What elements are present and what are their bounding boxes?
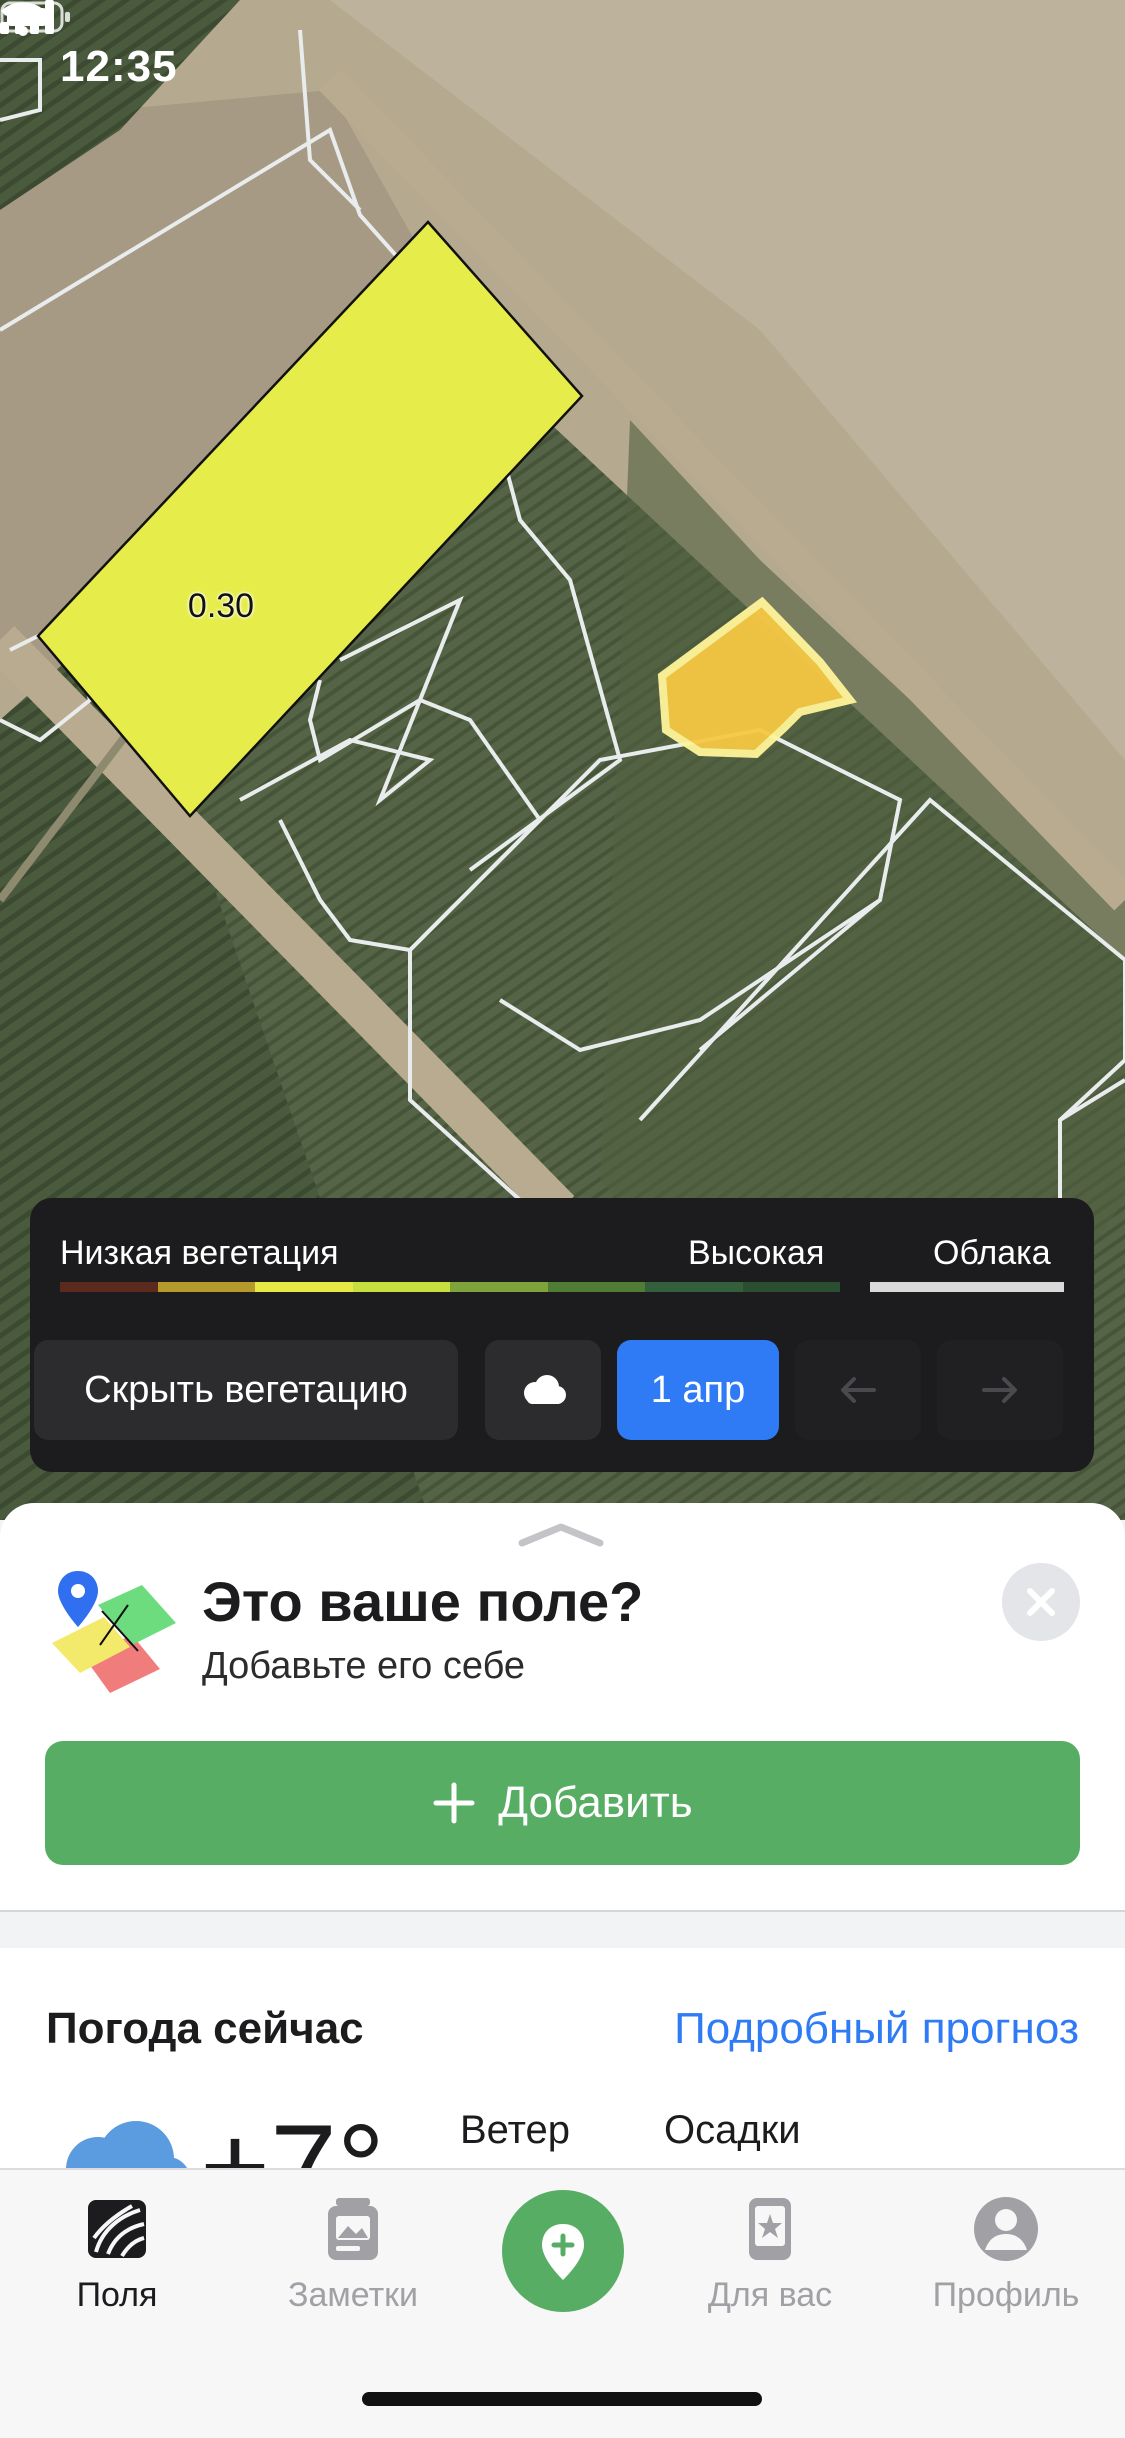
tab-profile-label: Профиль — [932, 2276, 1080, 2314]
close-button[interactable] — [1002, 1563, 1080, 1641]
legend-low-label: Низкая вегетация — [60, 1234, 339, 1272]
tab-profile[interactable]: Профиль — [906, 2194, 1106, 2314]
vegetation-gradient — [60, 1282, 840, 1292]
gradient-segment — [255, 1282, 353, 1292]
for-you-icon — [749, 2198, 791, 2260]
profile-icon — [974, 2197, 1038, 2261]
add-field-button-label: Добавить — [498, 1778, 693, 1827]
tab-for-you-label: Для вас — [707, 2276, 833, 2314]
tab-fields-label: Поля — [76, 2276, 158, 2314]
arrow-right-icon — [982, 1377, 1017, 1403]
section-divider — [0, 1910, 1125, 1912]
field-map-icon — [52, 1571, 176, 1693]
close-icon — [1027, 1588, 1055, 1616]
fields-icon — [88, 2200, 146, 2258]
gradient-segment — [60, 1282, 158, 1292]
battery-icon — [0, 1, 70, 33]
date-button[interactable]: 1 апр — [617, 1340, 779, 1440]
arrow-left-icon — [841, 1377, 876, 1403]
cloud-weather-icon — [66, 2121, 188, 2168]
gradient-segment — [450, 1282, 548, 1292]
cloud-toggle-button[interactable] — [485, 1340, 601, 1440]
add-field-button[interactable]: Добавить — [45, 1741, 1080, 1865]
notes-icon — [328, 2198, 378, 2260]
legend-high-label: Высокая — [688, 1234, 825, 1272]
field-ndvi-label: 0.30 — [187, 587, 255, 625]
hide-vegetation-button[interactable]: Скрыть вегетацию — [34, 1340, 458, 1440]
gradient-segment — [352, 1282, 450, 1292]
temperature-value: +7° — [200, 2100, 385, 2168]
sheet-title: Это ваше поле? — [202, 1570, 644, 1633]
weather-title: Погода сейчас — [46, 2004, 364, 2053]
legend-clouds-label: Облака — [933, 1234, 1051, 1272]
gradient-segment — [742, 1282, 840, 1292]
tab-bar: Поля Заметки Для вас Профиль — [0, 2168, 1125, 2438]
vegetation-panel: Низкая вегетация Высокая Облака Скрыть в… — [30, 1198, 1094, 1472]
gradient-segment — [157, 1282, 255, 1292]
status-bar: 12:35 — [0, 0, 1125, 140]
precipitation-label: Осадки — [664, 2108, 801, 2152]
plus-icon — [433, 1782, 475, 1824]
sheet-expand-handle[interactable] — [516, 1519, 606, 1549]
home-indicator — [362, 2392, 762, 2406]
cloud-icon — [524, 1375, 566, 1404]
add-field-sheet: Это ваше поле? Добавьте его себе Добавит… — [0, 1503, 1125, 1911]
tab-for-you[interactable]: Для вас — [670, 2194, 870, 2314]
gradient-segment — [547, 1282, 645, 1292]
clouds-swatch — [870, 1282, 1064, 1292]
tab-notes-label: Заметки — [287, 2276, 419, 2314]
previous-date-button[interactable] — [795, 1340, 921, 1440]
gradient-segment — [645, 1282, 743, 1292]
status-time: 12:35 — [60, 42, 178, 91]
add-note-fab[interactable] — [502, 2190, 624, 2312]
detailed-forecast-link[interactable]: Подробный прогноз — [674, 2004, 1079, 2054]
weather-card: Погода сейчас Подробный прогноз +7° Вете… — [0, 1948, 1125, 2168]
sheet-subtitle: Добавьте его себе — [202, 1645, 526, 1687]
next-date-button[interactable] — [937, 1340, 1063, 1440]
map-pin-plus-icon — [542, 2224, 584, 2280]
tab-notes[interactable]: Заметки — [253, 2194, 453, 2314]
wind-label: Ветер — [460, 2108, 570, 2152]
tab-fields[interactable]: Поля — [17, 2194, 217, 2314]
